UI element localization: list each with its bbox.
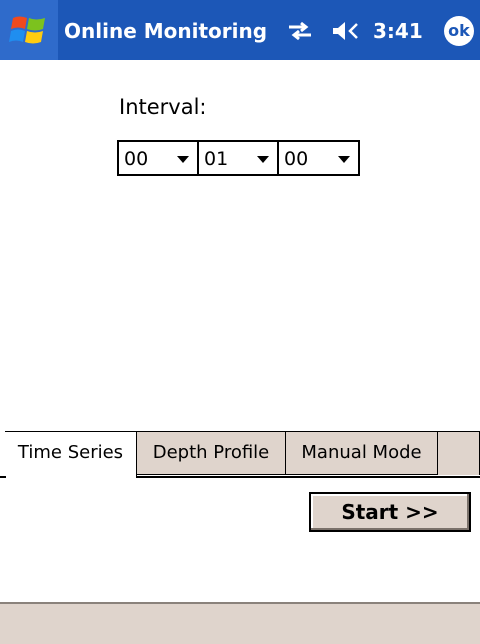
interval-hours-value: 00 xyxy=(124,148,149,170)
interval-label: Interval: xyxy=(119,95,207,119)
connectivity-icon[interactable] xyxy=(287,20,313,42)
tab-strip: Depth Profile Manual Mode Time Series xyxy=(0,431,480,477)
clock[interactable]: 3:41 xyxy=(373,19,423,43)
chevron-down-icon xyxy=(177,156,189,163)
tab-depth-profile[interactable]: Depth Profile xyxy=(136,431,286,475)
interval-seconds-value: 00 xyxy=(284,148,309,170)
menu-bar xyxy=(0,602,480,644)
ok-button[interactable]: ok xyxy=(444,16,474,46)
tab-manual-mode[interactable]: Manual Mode xyxy=(285,431,438,475)
interval-minutes-value: 01 xyxy=(204,148,229,170)
tab-strip-filler xyxy=(437,431,480,475)
windows-flag-icon xyxy=(9,16,45,44)
app-title: Online Monitoring xyxy=(64,19,268,43)
interval-seconds-select[interactable]: 00 xyxy=(277,140,360,176)
start-button[interactable]: Start >> xyxy=(309,492,471,532)
title-bar: Online Monitoring 3:41 ok xyxy=(0,0,480,60)
chevron-down-icon xyxy=(257,156,269,163)
chevron-down-icon xyxy=(338,156,350,163)
interval-hours-select[interactable]: 00 xyxy=(117,140,199,176)
start-menu-button[interactable] xyxy=(0,0,58,60)
tab-time-series[interactable]: Time Series xyxy=(5,431,137,477)
interval-minutes-select[interactable]: 01 xyxy=(197,140,279,176)
speaker-off-icon[interactable] xyxy=(331,20,363,42)
tab-divider-gap xyxy=(6,476,136,478)
